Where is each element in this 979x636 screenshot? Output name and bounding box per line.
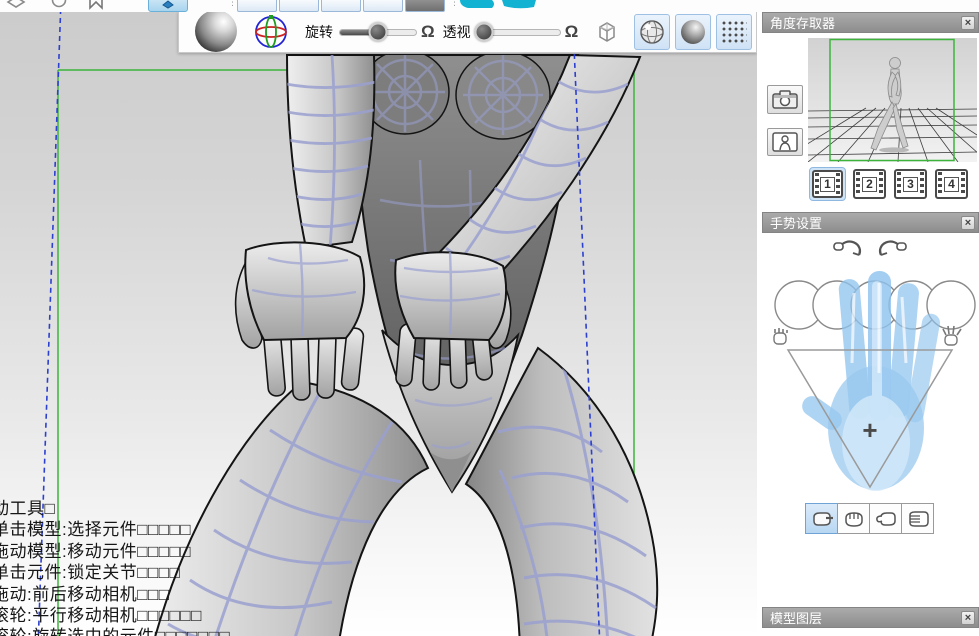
toolbar-button-1[interactable] (237, 0, 277, 12)
angle-slot-3[interactable]: 3 (892, 167, 929, 201)
rotate-hand-right-icon[interactable] (880, 242, 906, 255)
solid-sphere-button[interactable] (675, 14, 711, 50)
gesture-graphic: + (762, 233, 979, 545)
view-toolbar: 旋转 Ω 透视 Ω (178, 12, 757, 53)
help-line: 拖动:前后移动相机□□□ (0, 584, 230, 605)
shading-sphere-icon[interactable] (195, 12, 237, 52)
help-line: 滚轮:平行移动相机□□□□□□ (0, 605, 230, 626)
angle-preview-scene (808, 38, 977, 162)
tool-help-text: 动工具□ 单击模型:选择元件□□□□□ 拖动模型:移动元件□□□□□ 单击元件:… (0, 498, 230, 636)
angle-slots: 1 2 3 4 (762, 167, 979, 203)
gesture-preset-thumb[interactable] (869, 503, 902, 534)
help-line: 滚轮:旋转选中的元件□□□□□□□ (0, 626, 230, 636)
help-line: 单击元件:锁定关节□□□□ (0, 562, 230, 583)
angle-accessor-panel: 角度存取器 × (762, 12, 979, 205)
gesture-settings-panel: 手势设置 × (762, 212, 979, 545)
app-toolbar-cut: ⋮ ⋮ (0, 0, 979, 12)
perspective-reset-icon[interactable]: Ω (565, 22, 579, 42)
separator-dots: ⋮ (228, 0, 237, 4)
active-mode-button[interactable] (148, 0, 188, 12)
layers-icon[interactable] (6, 0, 26, 12)
panel-title-bar: 手势设置 × (762, 212, 979, 233)
gesture-preset-fist[interactable] (837, 503, 870, 534)
close-icon[interactable]: × (961, 16, 975, 30)
gesture-plus: + (862, 415, 877, 445)
model-layers-panel: 模型图层 × (762, 607, 979, 636)
capture-camera-button[interactable] (767, 85, 803, 114)
close-icon[interactable]: × (961, 216, 975, 230)
fit-figure-button[interactable] (767, 128, 803, 156)
panel-title: 手势设置 (770, 213, 822, 232)
figure-frame-icon (772, 132, 798, 152)
mini-mannequin (871, 58, 908, 151)
panel-title: 角度存取器 (770, 13, 835, 32)
model-left-hand (236, 242, 365, 400)
circle-tool-icon[interactable] (50, 0, 68, 9)
closed-hand-icon (774, 328, 787, 344)
panel-title-bar: 角度存取器 × (762, 12, 979, 33)
gesture-preset-flat[interactable] (901, 503, 934, 534)
toolbar-button-2[interactable] (279, 0, 319, 12)
bookmark-icon[interactable] (86, 0, 106, 12)
angle-slot-1[interactable]: 1 (809, 167, 846, 201)
angle-preview[interactable] (808, 38, 977, 162)
app-logo (458, 0, 548, 12)
help-line: 动工具□ (0, 498, 230, 519)
wireframe-cube-icon[interactable] (592, 17, 622, 47)
rotate-label: 旋转 (305, 22, 333, 42)
angle-slot-2[interactable]: 2 (851, 167, 888, 201)
rotate-reset-icon[interactable]: Ω (421, 22, 435, 42)
rotation-gizmo-icon[interactable] (251, 12, 291, 52)
angle-slot-4[interactable]: 4 (933, 167, 970, 201)
halftone-button[interactable] (716, 14, 752, 50)
gesture-presets (806, 503, 934, 534)
toolbar-button-5[interactable] (405, 0, 445, 12)
toolbar-button-3[interactable] (321, 0, 361, 12)
close-icon[interactable]: × (961, 611, 975, 625)
help-line: 单击模型:选择元件□□□□□ (0, 519, 230, 540)
help-line: 拖动模型:移动元件□□□□□ (0, 541, 230, 562)
perspective-label: 透视 (443, 22, 471, 42)
material-sphere-button[interactable] (634, 14, 670, 50)
panel-title: 模型图层 (770, 608, 822, 627)
toolbar-button-4[interactable] (363, 0, 403, 12)
gesture-preset-point[interactable] (805, 503, 838, 534)
perspective-slider[interactable] (477, 25, 561, 40)
rotate-hand-left-icon[interactable] (834, 242, 860, 255)
viewport-canvas[interactable]: 旋转 Ω 透视 Ω 动工具□ 单击模型:选择元件□□□□□ 拖动模型:移动元 (0, 12, 757, 636)
rotate-slider[interactable] (339, 25, 417, 40)
camera-icon (771, 89, 799, 110)
panel-title-bar: 模型图层 × (762, 607, 979, 628)
